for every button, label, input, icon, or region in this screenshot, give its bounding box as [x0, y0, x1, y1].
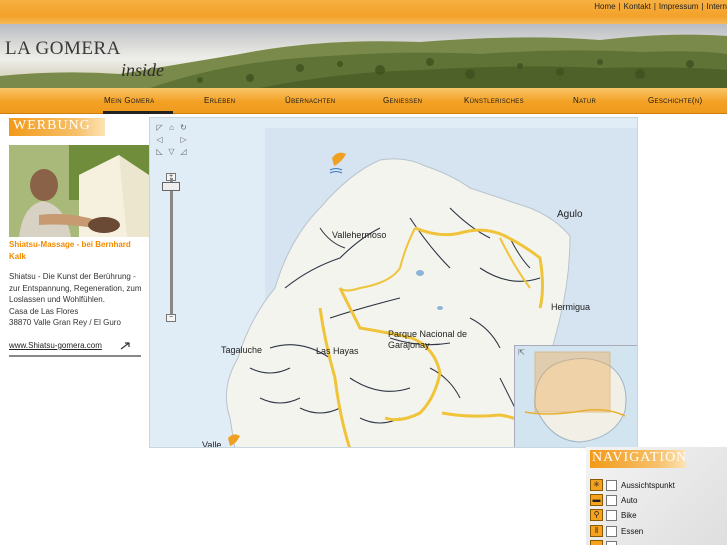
layer-row-aussichtspunkt[interactable]: ✳ Aussichtspunkt [590, 479, 720, 493]
top-link-impressum[interactable]: Impressum [659, 2, 699, 11]
site-logo[interactable]: LA GOMERA [5, 38, 121, 60]
overview-map[interactable]: ⇱ [514, 345, 637, 447]
map-label-vallehermoso: Vallehermoso [332, 230, 387, 240]
layer-label: Bike [621, 511, 637, 520]
pan-down-icon[interactable]: ▽ [167, 147, 176, 156]
zoom-slider-handle[interactable] [162, 182, 180, 191]
layer-checkbox-essen[interactable] [606, 526, 617, 537]
sidebar-heading-text: WERBUNG [13, 118, 91, 133]
map-label-valle: Valle [202, 440, 222, 448]
layer-label: Auto [621, 496, 638, 505]
bike-icon: ⚲ [590, 509, 603, 521]
header-banner: LA GOMERA inside [0, 24, 727, 88]
zoom-slider-track[interactable] [170, 178, 173, 316]
layer-label: Aussichtspunkt [621, 481, 675, 490]
navigation-heading-text: NAVIGATION [592, 450, 688, 465]
overview-toggle-icon[interactable]: ⇱ [517, 348, 526, 357]
nav-active-indicator [103, 111, 173, 114]
sidebar-divider [9, 355, 141, 357]
map-label-garajonay: Parque Nacional de Garajonay [388, 329, 468, 350]
layer-checkbox-auto[interactable] [606, 495, 617, 506]
map-label-las-hayas: Las Hayas [316, 346, 359, 356]
navigation-panel: NAVIGATION ✳ Aussichtspunkt ▬ Auto ⚲ Bik… [586, 447, 727, 545]
ad-text: Shiatsu - Die Kunst der Berührung - zur … [9, 272, 142, 304]
nav-item-geschichten[interactable]: Geschichte(n) [648, 96, 702, 105]
top-link-kontakt[interactable]: Kontakt [624, 2, 651, 11]
layer-row-auto[interactable]: ▬ Auto [590, 494, 720, 508]
ad-title[interactable]: Shiatsu-Massage - bei Bernhard Kalk [9, 239, 149, 263]
ad-photo[interactable] [9, 145, 149, 237]
ad-address-line-1: Casa de Las Flores [9, 306, 79, 316]
layer-row-essen[interactable]: ǁ Essen [590, 525, 720, 539]
layer-checkbox-more[interactable] [606, 541, 617, 545]
ad-address-line-2: 38870 Valle Gran Rey / El Guro [9, 318, 121, 327]
viewpoint-icon: ✳ [590, 479, 603, 491]
rotate-icon[interactable]: ↻ [179, 123, 188, 132]
nav-item-uebernachten[interactable]: Übernachten [285, 96, 335, 105]
pan-down-right-icon[interactable]: ◿ [179, 147, 188, 156]
layer-checkbox-bike[interactable] [606, 510, 617, 521]
zoom-out-icon[interactable]: − [166, 314, 176, 322]
layer-checkbox-aussichtspunkt[interactable] [606, 480, 617, 491]
nav-item-geniessen[interactable]: Geniessen [383, 96, 422, 105]
top-bar: Home | Kontakt | Impressum | Intern [0, 0, 727, 27]
top-link-intern[interactable]: Intern [707, 2, 727, 11]
layer-label: Essen [621, 527, 644, 536]
top-link-home[interactable]: Home [594, 2, 615, 11]
navigation-heading: NAVIGATION [590, 450, 686, 468]
pan-down-left-icon[interactable]: ◺ [155, 147, 164, 156]
sidebar-heading: WERBUNG [9, 118, 105, 136]
map-label-tagaluche: Tagaluche [221, 345, 263, 355]
layer-row-more[interactable] [590, 540, 720, 545]
pan-right-icon[interactable]: ▷ [179, 135, 188, 144]
nav-item-kuenstlerisches[interactable]: Künstlerisches [464, 96, 524, 105]
map-label-hermigua: Hermigua [551, 302, 591, 312]
pan-up-icon[interactable]: ⌂ [167, 123, 176, 132]
map-label-agulo: Agulo [557, 209, 583, 220]
site-logo-subtitle: inside [121, 60, 164, 80]
layer-row-bike[interactable]: ⚲ Bike [590, 509, 720, 523]
pan-left-icon[interactable]: ◁ [155, 135, 164, 144]
ad-description: Shiatsu - Die Kunst der Berührung - zur … [9, 271, 149, 329]
nav-item-natur[interactable]: Natur [573, 96, 596, 105]
nav-item-mein-gomera[interactable]: Mein Gomera [104, 96, 154, 105]
restaurant-icon: ǁ [590, 525, 603, 537]
map-view[interactable]: ◸ ⌂ ↻ ◁ ▷ ◺ ▽ ◿ + − Agulo Vallehermoso H… [149, 117, 638, 448]
more-icon [590, 540, 603, 545]
external-link-icon[interactable] [120, 341, 131, 350]
nav-item-erleben[interactable]: Erleben [204, 96, 235, 105]
top-links: Home | Kontakt | Impressum | Intern [594, 2, 727, 11]
ad-website-link[interactable]: www.Shiatsu-gomera.com [9, 341, 102, 350]
pan-up-left-icon[interactable]: ◸ [155, 123, 164, 132]
car-icon: ▬ [590, 494, 603, 506]
